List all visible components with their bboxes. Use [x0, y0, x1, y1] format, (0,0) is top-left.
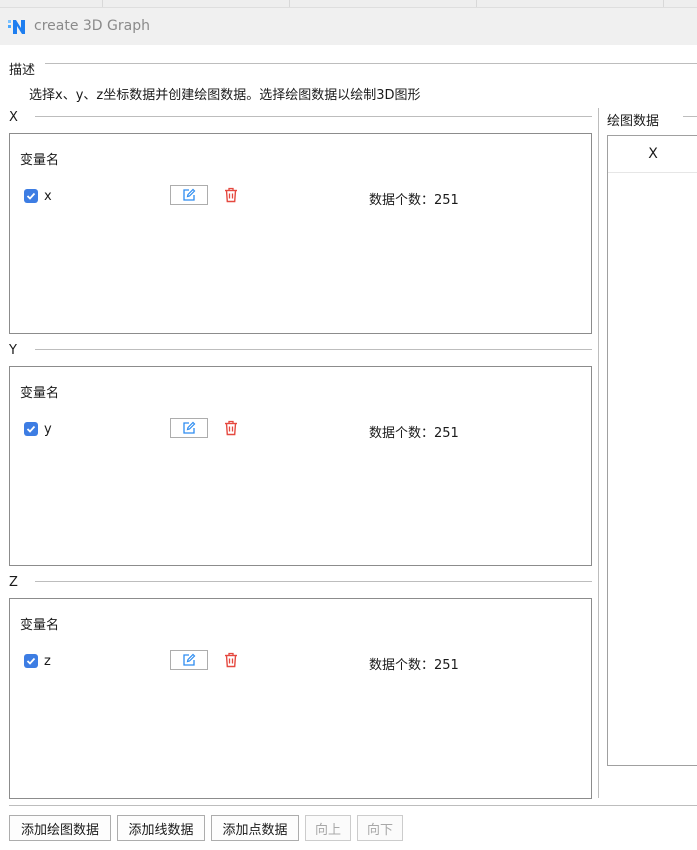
window-title: create 3D Graph	[34, 18, 150, 34]
variable-panel-z: 变量名 z 数据个数：251	[9, 598, 592, 799]
data-count-y: 数据个数：251	[369, 426, 459, 441]
edit-button-z[interactable]	[170, 650, 208, 670]
add-line-data-button[interactable]: 添加线数据	[117, 815, 205, 841]
add-point-data-button[interactable]: 添加点数据	[211, 815, 299, 841]
variable-checkbox-z[interactable]	[24, 654, 38, 668]
edit-icon	[183, 653, 196, 666]
section-divider-x	[35, 116, 592, 117]
column-divider	[598, 108, 599, 798]
variable-header: 变量名	[20, 153, 60, 168]
add-plot-data-button[interactable]: 添加绘图数据	[9, 815, 111, 841]
section-divider-y	[35, 349, 592, 350]
top-strip	[0, 0, 697, 7]
variable-panel-y: 变量名 y 数据个数：251	[9, 366, 592, 566]
delete-button-y[interactable]	[223, 420, 239, 436]
bottom-divider	[9, 805, 697, 806]
variable-header: 变量名	[20, 618, 60, 633]
description-text: 选择x、y、z坐标数据并创建绘图数据。选择绘图数据以绘制3D图形	[29, 88, 421, 103]
trash-icon	[225, 652, 237, 668]
edit-icon	[183, 421, 196, 434]
delete-button-z[interactable]	[223, 652, 239, 668]
move-down-button[interactable]: 向下	[357, 815, 403, 841]
variable-name-z: z	[44, 654, 51, 669]
variable-panel-x: 变量名 x 数据个数：251	[9, 133, 592, 334]
trash-icon	[225, 187, 237, 203]
section-label-z: Z	[9, 575, 18, 590]
check-icon	[26, 657, 36, 665]
plot-data-divider	[683, 116, 697, 117]
variable-name-y: y	[44, 422, 52, 437]
title-bar: create 3D Graph	[0, 7, 697, 45]
app-logo-icon	[7, 17, 27, 37]
delete-button-x[interactable]	[223, 187, 239, 203]
trash-icon	[225, 420, 237, 436]
edit-icon	[183, 188, 196, 201]
section-label-x: X	[9, 110, 18, 125]
check-icon	[26, 192, 36, 200]
plot-data-label: 绘图数据	[607, 114, 660, 129]
data-count-x: 数据个数：251	[369, 193, 459, 208]
description-divider	[45, 63, 697, 64]
data-count-z: 数据个数：251	[369, 658, 459, 673]
section-label-y: Y	[9, 343, 17, 358]
description-label: 描述	[9, 63, 36, 78]
plot-data-list[interactable]: X	[607, 135, 697, 766]
move-up-button[interactable]: 向上	[305, 815, 351, 841]
variable-header: 变量名	[20, 386, 60, 401]
variable-checkbox-x[interactable]	[24, 189, 38, 203]
section-divider-z	[35, 581, 592, 582]
check-icon	[26, 425, 36, 433]
edit-button-y[interactable]	[170, 418, 208, 438]
variable-name-x: x	[44, 189, 52, 204]
edit-button-x[interactable]	[170, 185, 208, 205]
variable-checkbox-y[interactable]	[24, 422, 38, 436]
plot-data-column-header: X	[608, 136, 697, 173]
